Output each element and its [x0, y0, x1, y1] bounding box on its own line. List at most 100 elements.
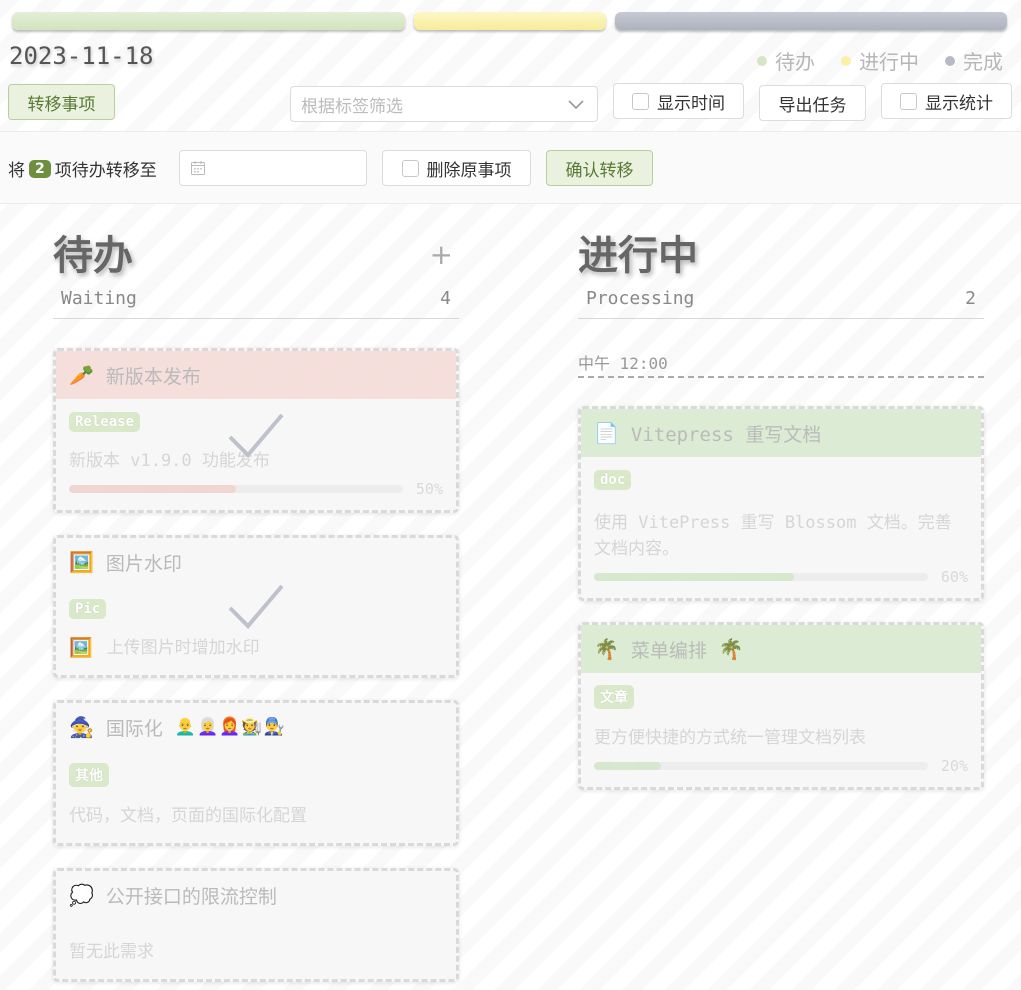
transfer-summary: 将 2 项待办转移至 — [8, 156, 157, 181]
progress-label: 20% — [940, 757, 968, 775]
legend-label: 待办 — [775, 50, 815, 74]
done-check-icon — [228, 413, 284, 458]
card-progress: 60% — [594, 568, 968, 586]
carrot-icon: 🥕 — [69, 363, 94, 387]
waiting-column: 待办 + Waiting 4 🥕 新版本发布 Release 新版本 v1.9.… — [53, 228, 459, 982]
column-count: 4 — [440, 288, 451, 309]
task-card[interactable]: 📄 Vitepress 重写文档 doc 使用 VitePress 重写 Blo… — [578, 406, 984, 601]
palm-tree-icon: 🌴 — [594, 637, 619, 661]
column-subtitle-row: Processing 2 — [578, 284, 984, 319]
card-progress: 20% — [594, 757, 968, 775]
card-progress: 50% — [69, 480, 443, 498]
waiting-card-list: 🥕 新版本发布 Release 新版本 v1.9.0 功能发布 50% 🖼️ 图… — [53, 348, 459, 982]
picture-icon: 🖼️ — [69, 637, 93, 659]
card-title: 菜单编排 — [630, 639, 707, 662]
card-content: 使用 VitePress 重写 Blossom 文档。完善文档内容。 — [594, 513, 952, 559]
show-time-label: 显示时间 — [657, 93, 725, 114]
legend-item-done: 完成 — [945, 46, 1003, 75]
column-subtitle-row: Waiting 4 — [53, 284, 459, 319]
card-title: 图片水印 — [105, 552, 182, 575]
toolbar: 转移事项 根据标签筛选 显示时间 导出任务 显示统计 — [0, 83, 1021, 123]
thought-bubble-icon: 💭 — [69, 883, 94, 907]
target-date-input[interactable] — [179, 150, 367, 186]
progress-fill — [69, 485, 236, 493]
card-tag[interactable]: doc — [594, 470, 632, 490]
tag-filter-placeholder: 根据标签筛选 — [301, 96, 403, 117]
confirm-transfer-button[interactable]: 确认转移 — [546, 150, 653, 186]
legend-item-processing: 进行中 — [841, 46, 919, 75]
progress-fill — [594, 573, 795, 581]
column-title: 待办 — [53, 233, 133, 279]
processing-dot-icon — [841, 55, 851, 66]
task-card[interactable]: 🧙 国际化 👨‍🦲👩‍🦳👩‍🦰🧑‍🌾👨‍🔧 其他 代码，文档，页面的国际化配置 — [53, 700, 459, 846]
add-task-button[interactable]: + — [430, 238, 453, 271]
transfer-suffix: 项待办转移至 — [54, 161, 157, 181]
transfer-panel: 将 2 项待办转移至 删除原事项 确认转移 — [0, 131, 1021, 204]
card-body: 暂无此需求 — [56, 919, 456, 979]
card-tag[interactable]: 文章 — [594, 685, 634, 709]
ninja-icon: 🧙 — [69, 715, 94, 739]
card-content: 暂无此需求 — [69, 942, 154, 962]
processing-column: 进行中 Processing 2 中午 12:00 📄 Vitepress 重写… — [578, 228, 984, 790]
card-body: doc 使用 VitePress 重写 Blossom 文档。完善文档内容。 6… — [581, 457, 981, 598]
delete-original-label: 删除原事项 — [426, 160, 512, 181]
status-bars — [12, 12, 1007, 32]
card-header: 🌴 菜单编排 🌴 — [581, 625, 981, 673]
transfer-button[interactable]: 转移事项 — [8, 84, 115, 120]
card-content: 上传图片时增加水印 — [106, 638, 260, 658]
waiting-dot-icon — [757, 55, 767, 66]
card-title: Vitepress 重写文档 — [630, 423, 822, 446]
task-card[interactable]: 💭 公开接口的限流控制 暂无此需求 — [53, 868, 459, 982]
show-stats-label: 显示统计 — [925, 93, 993, 114]
show-stats-toggle[interactable]: 显示统计 — [881, 83, 1012, 119]
done-dot-icon — [945, 55, 955, 66]
processing-status-bar — [414, 12, 606, 30]
column-subtitle: Processing — [586, 288, 695, 309]
done-check-icon — [228, 584, 284, 629]
show-time-toggle[interactable]: 显示时间 — [613, 83, 744, 119]
delete-original-checkbox[interactable] — [401, 159, 419, 177]
progress-track — [594, 573, 928, 581]
card-body: 其他 代码，文档，页面的国际化配置 — [56, 751, 456, 843]
column-count: 2 — [965, 288, 976, 309]
status-legend: 待办 进行中 完成 — [757, 46, 1003, 75]
picture-icon: 🖼️ — [69, 550, 94, 574]
people-icons: 👨‍🦲👩‍🦳👩‍🦰🧑‍🌾👨‍🔧 — [174, 717, 286, 737]
progress-track — [594, 762, 928, 770]
tag-filter-select[interactable]: 根据标签筛选 — [290, 86, 598, 122]
waiting-status-bar — [12, 12, 405, 30]
legend-label: 进行中 — [859, 50, 919, 74]
card-title: 新版本发布 — [105, 365, 201, 388]
card-content-row: 🖼️ 上传图片时增加水印 — [69, 635, 443, 661]
column-subtitle: Waiting — [61, 288, 137, 309]
palm-tree-icon: 🌴 — [718, 637, 744, 661]
transfer-count-badge: 2 — [29, 159, 51, 178]
chevron-down-icon — [568, 100, 584, 110]
task-card[interactable]: 🥕 新版本发布 Release 新版本 v1.9.0 功能发布 50% — [53, 348, 459, 513]
done-status-bar — [615, 12, 1007, 30]
time-separator: 中午 12:00 — [578, 350, 984, 378]
delete-original-toggle[interactable]: 删除原事项 — [382, 150, 531, 186]
legend-item-waiting: 待办 — [757, 46, 815, 75]
show-stats-checkbox[interactable] — [900, 92, 917, 110]
card-tag[interactable]: Pic — [69, 599, 107, 619]
card-content: 代码，文档，页面的国际化配置 — [69, 806, 307, 826]
task-card[interactable]: 🌴 菜单编排 🌴 文章 更方便快捷的方式统一管理文档列表 20% — [578, 622, 984, 790]
progress-label: 50% — [415, 480, 443, 498]
legend-label: 完成 — [963, 50, 1003, 74]
column-title: 进行中 — [578, 233, 698, 279]
card-tag[interactable]: 其他 — [69, 763, 109, 787]
card-title: 国际化 — [105, 717, 163, 740]
transfer-prefix: 将 — [8, 161, 25, 181]
document-icon: 📄 — [594, 421, 619, 445]
progress-label: 60% — [940, 568, 968, 586]
task-card[interactable]: 🖼️ 图片水印 Pic 🖼️ 上传图片时增加水印 — [53, 535, 459, 678]
card-content: 更方便快捷的方式统一管理文档列表 — [594, 728, 866, 748]
current-date: 2023-11-18 — [9, 42, 154, 70]
card-header: 💭 公开接口的限流控制 — [56, 871, 456, 919]
card-body: 文章 更方便快捷的方式统一管理文档列表 20% — [581, 673, 981, 787]
show-time-checkbox[interactable] — [632, 92, 649, 110]
progress-track — [69, 485, 403, 493]
export-button[interactable]: 导出任务 — [759, 85, 866, 121]
card-tag[interactable]: Release — [69, 412, 141, 432]
